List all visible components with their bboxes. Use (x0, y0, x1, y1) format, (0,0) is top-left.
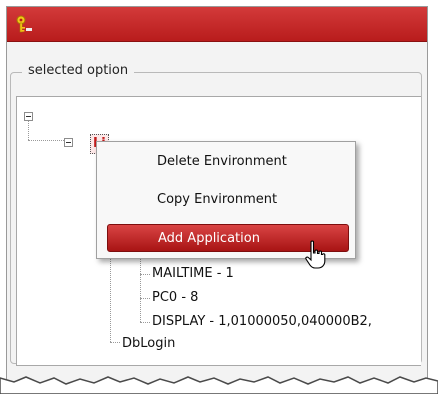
key-icon (16, 15, 32, 33)
tree-node-mailtime[interactable]: MAILTIME - 1 (152, 266, 234, 281)
tree-line (140, 274, 150, 275)
minus-box-icon[interactable] (24, 112, 33, 121)
group-label: selected option (22, 63, 135, 78)
tree-line (110, 342, 120, 343)
tree-line (28, 140, 66, 141)
tree-node-display[interactable]: DISPLAY - 1,01000050,040000B2, (152, 314, 372, 329)
menu-item-delete-environment[interactable]: Delete Environment (97, 148, 355, 176)
tree-line (140, 250, 141, 322)
tree-line (28, 120, 29, 140)
tree-node-dblogin[interactable]: DbLogin (122, 336, 175, 351)
tree-line (140, 322, 150, 323)
title-bar[interactable] (7, 7, 427, 42)
minus-box-icon[interactable] (64, 138, 73, 147)
torn-edge (0, 376, 438, 394)
tree-line (140, 298, 150, 299)
menu-item-copy-environment[interactable]: Copy Environment (97, 186, 355, 214)
tree-node-pco[interactable]: PC0 - 8 (152, 290, 198, 305)
hand-pointer-icon (305, 240, 326, 269)
